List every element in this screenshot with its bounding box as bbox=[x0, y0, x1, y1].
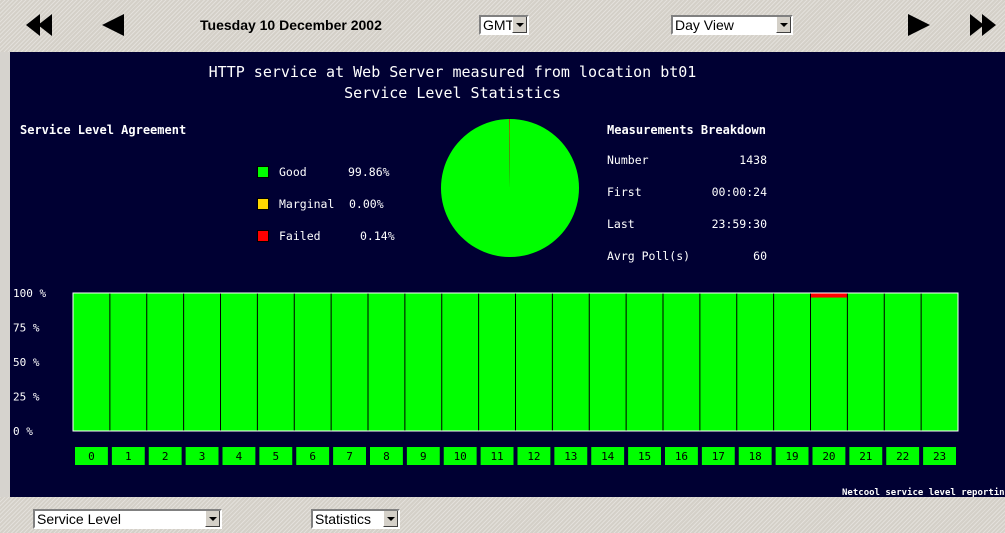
bar-good-hour-3 bbox=[183, 293, 221, 431]
y-tick-label: 0 % bbox=[13, 425, 33, 438]
chevron-down-icon[interactable] bbox=[383, 511, 398, 527]
bar-good-hour-22 bbox=[884, 293, 922, 431]
x-tick-label: 5 bbox=[273, 450, 280, 463]
legend-value: 0.00% bbox=[349, 197, 384, 211]
timezone-select[interactable]: GMT bbox=[479, 15, 529, 35]
bottom-bar: Service Level Statistics bbox=[0, 497, 1005, 533]
x-tick-label: 0 bbox=[88, 450, 95, 463]
top-navigation-bar: Tuesday 10 December 2002 GMT Day View bbox=[0, 0, 1005, 52]
chevron-down-icon[interactable] bbox=[512, 17, 527, 33]
legend-label: Marginal bbox=[279, 197, 335, 211]
next-day-icon[interactable] bbox=[903, 10, 943, 40]
current-date: Tuesday 10 December 2002 bbox=[200, 17, 382, 33]
last-page-icon[interactable] bbox=[966, 10, 1005, 40]
y-tick-label: 75 % bbox=[13, 322, 40, 335]
bar-good-hour-5 bbox=[257, 293, 295, 431]
marginal-swatch bbox=[257, 198, 269, 210]
previous-day-icon[interactable] bbox=[98, 10, 138, 40]
display-type-value: Statistics bbox=[315, 511, 372, 527]
bar-good-hour-18 bbox=[736, 293, 774, 431]
measurement-first-label: First bbox=[607, 185, 642, 199]
measurements-heading: Measurements Breakdown bbox=[607, 123, 766, 137]
x-tick-label: 10 bbox=[454, 450, 467, 463]
y-tick-label: 25 % bbox=[13, 391, 40, 404]
bar-good-hour-4 bbox=[220, 293, 258, 431]
x-tick-label: 12 bbox=[527, 450, 540, 463]
x-tick-label: 19 bbox=[785, 450, 798, 463]
bar-failed-hour-20 bbox=[810, 293, 848, 298]
report-panel: HTTP service at Web Server measured from… bbox=[10, 52, 1005, 498]
report-title: HTTP service at Web Server measured from… bbox=[208, 63, 697, 81]
bar-good-hour-23 bbox=[921, 293, 958, 431]
y-tick-label: 100 % bbox=[13, 287, 46, 300]
measurement-first-value: 00:00:24 bbox=[711, 185, 767, 199]
report-type-value: Service Level bbox=[37, 511, 122, 527]
x-tick-label: 23 bbox=[933, 450, 946, 463]
bar-good-hour-17 bbox=[699, 293, 737, 431]
measurement-poll-label: Avrg Poll(s) bbox=[607, 249, 691, 263]
x-tick-label: 13 bbox=[564, 450, 577, 463]
legend-label: Failed bbox=[279, 229, 321, 243]
display-type-select[interactable]: Statistics bbox=[311, 509, 400, 529]
chevron-down-icon[interactable] bbox=[776, 17, 791, 33]
x-tick-label: 17 bbox=[712, 450, 725, 463]
measurement-number-label: Number bbox=[607, 153, 649, 167]
bar-good-hour-6 bbox=[294, 293, 332, 431]
measurement-number-value: 1438 bbox=[739, 153, 767, 167]
x-tick-label: 21 bbox=[859, 450, 872, 463]
measurement-last-label: Last bbox=[607, 217, 635, 231]
measurement-poll-value: 60 bbox=[753, 249, 767, 263]
report-type-select[interactable]: Service Level bbox=[33, 509, 222, 529]
bar-good-hour-21 bbox=[847, 293, 885, 431]
bar-good-hour-2 bbox=[146, 293, 184, 431]
x-tick-label: 16 bbox=[675, 450, 688, 463]
bar-good-hour-8 bbox=[368, 293, 405, 431]
bar-good-hour-16 bbox=[663, 293, 700, 431]
sla-heading: Service Level Agreement bbox=[20, 123, 187, 137]
chevron-down-icon[interactable] bbox=[205, 511, 220, 527]
x-tick-label: 2 bbox=[162, 450, 169, 463]
x-tick-label: 8 bbox=[383, 450, 390, 463]
bar-good-hour-19 bbox=[773, 293, 811, 431]
legend-value: 99.86% bbox=[348, 165, 390, 179]
bar-good-hour-7 bbox=[331, 293, 368, 431]
legend-label: Good bbox=[279, 165, 307, 179]
bar-good-hour-9 bbox=[404, 293, 442, 431]
timezone-value: GMT bbox=[483, 17, 515, 33]
x-tick-label: 18 bbox=[749, 450, 762, 463]
bar-good-hour-1 bbox=[109, 293, 147, 431]
x-tick-label: 15 bbox=[638, 450, 651, 463]
x-tick-label: 4 bbox=[236, 450, 243, 463]
report-subtitle: Service Level Statistics bbox=[344, 84, 561, 102]
x-tick-label: 1 bbox=[125, 450, 132, 463]
hourly-service-level-chart: 100 %75 %50 %25 %0 % 0 1 2 3 4 5 6 7 8 9 10 11 12 13 1… bbox=[13, 287, 959, 465]
bar-good-hour-0 bbox=[73, 293, 110, 431]
x-tick-label: 7 bbox=[346, 450, 353, 463]
bar-good-hour-15 bbox=[626, 293, 663, 431]
bar-good-hour-20 bbox=[810, 297, 848, 431]
bar-good-hour-11 bbox=[478, 293, 516, 431]
x-tick-label: 20 bbox=[822, 450, 835, 463]
legend-value: 0.14% bbox=[360, 229, 395, 243]
y-tick-label: 50 % bbox=[13, 356, 40, 369]
measurement-last-value: 23:59:30 bbox=[711, 217, 767, 231]
good-swatch bbox=[257, 166, 269, 178]
x-tick-label: 11 bbox=[490, 450, 503, 463]
bar-good-hour-10 bbox=[441, 293, 479, 431]
x-tick-label: 6 bbox=[309, 450, 316, 463]
bar-good-hour-12 bbox=[515, 293, 553, 431]
x-tick-label: 9 bbox=[420, 450, 427, 463]
view-value: Day View bbox=[675, 17, 734, 33]
x-tick-label: 14 bbox=[601, 450, 615, 463]
x-tick-label: 22 bbox=[896, 450, 909, 463]
sla-pie-chart bbox=[441, 119, 579, 257]
failed-swatch bbox=[257, 230, 269, 242]
first-page-icon[interactable] bbox=[24, 10, 64, 40]
view-select[interactable]: Day View bbox=[671, 15, 793, 35]
x-tick-label: 3 bbox=[199, 450, 206, 463]
bar-good-hour-14 bbox=[589, 293, 627, 431]
bar-good-hour-13 bbox=[552, 293, 590, 431]
